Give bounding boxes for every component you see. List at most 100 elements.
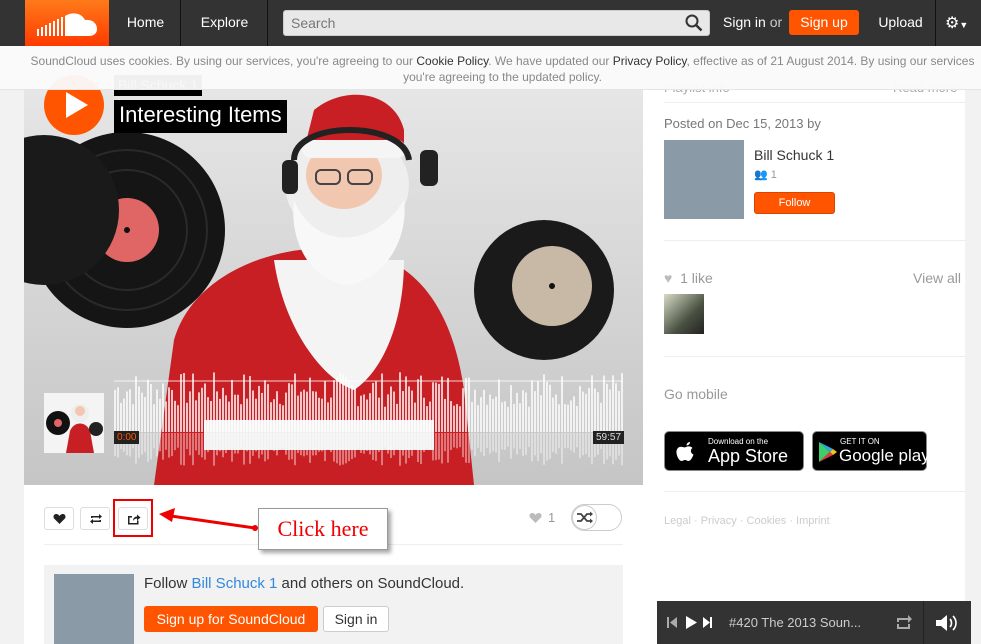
cookie-policy-link[interactable]: Cookie Policy bbox=[416, 54, 488, 68]
settings-menu[interactable]: ⚙▼ bbox=[945, 13, 968, 33]
waveform-bar bbox=[123, 398, 125, 432]
search-input[interactable] bbox=[284, 11, 674, 35]
repost-button[interactable] bbox=[80, 507, 110, 530]
go-mobile-heading: Go mobile bbox=[664, 386, 728, 402]
waveform-bar bbox=[300, 391, 302, 432]
app-store-badge[interactable]: Download on the App Store bbox=[664, 431, 804, 471]
signup-for-soundcloud-button[interactable]: Sign up for SoundCloud bbox=[144, 606, 318, 632]
waveform-bar bbox=[312, 391, 314, 432]
waveform-reflection-bar bbox=[147, 433, 149, 462]
waveform-bar bbox=[459, 406, 461, 432]
waveform-bar bbox=[141, 392, 143, 432]
waveform-bar bbox=[549, 384, 551, 432]
waveform-reflection-bar bbox=[198, 433, 200, 455]
waveform-reflection-bar bbox=[531, 433, 533, 462]
waveform-reflection-bar bbox=[150, 433, 152, 460]
play-icon[interactable] bbox=[686, 616, 697, 629]
waveform-bar bbox=[270, 402, 272, 432]
waveform-bar bbox=[489, 394, 491, 432]
waveform-bar bbox=[435, 382, 437, 432]
shuffle-toggle-knob bbox=[572, 505, 597, 530]
upload-link[interactable]: Upload bbox=[866, 0, 936, 46]
volume-icon[interactable] bbox=[935, 614, 961, 632]
follow-avatar[interactable] bbox=[54, 574, 134, 644]
like-count-text[interactable]: 1 like bbox=[680, 270, 713, 286]
apple-icon bbox=[675, 438, 697, 470]
waveform-bar bbox=[165, 401, 167, 432]
waveform-reflection-bar bbox=[354, 433, 356, 458]
waveform-reflection-bar bbox=[456, 433, 458, 449]
nav-home[interactable]: Home bbox=[111, 0, 181, 46]
waveform-reflection-bar bbox=[252, 433, 254, 456]
previous-icon[interactable] bbox=[667, 617, 677, 628]
waveform-reflection-bar bbox=[510, 433, 512, 459]
sign-up-button[interactable]: Sign up bbox=[789, 10, 859, 35]
waveform-reflection-bar bbox=[294, 433, 296, 466]
waveform-reflection-bar bbox=[504, 433, 506, 450]
waveform-reflection-bar bbox=[525, 433, 527, 455]
google-play-badge[interactable]: GET IT ON Google play bbox=[812, 431, 930, 471]
footer-links[interactable]: Legal · Privacy · Cookies · Imprint bbox=[664, 515, 830, 527]
waveform-reflection-bar bbox=[255, 433, 257, 452]
waveform-reflection-bar bbox=[192, 433, 194, 466]
follow-button[interactable]: Follow bbox=[754, 192, 835, 214]
waveform-reflection-bar bbox=[414, 433, 416, 450]
waveform-reflection-bar bbox=[384, 433, 386, 447]
waveform-reflection-bar bbox=[351, 433, 353, 460]
waveform-bar bbox=[405, 376, 407, 432]
track-artwork-thumbnail[interactable] bbox=[44, 393, 104, 453]
waveform-reflection-bar bbox=[588, 433, 590, 458]
sign-in-link[interactable]: Sign in bbox=[723, 14, 766, 30]
waveform-reflection-bar bbox=[429, 433, 431, 450]
player-track-title[interactable]: #420 The 2013 Soun... bbox=[729, 615, 861, 630]
waveform-reflection-bar bbox=[558, 433, 560, 449]
follow-sign-in-button[interactable]: Sign in bbox=[323, 606, 389, 632]
follow-user-link[interactable]: Bill Schuck 1 bbox=[192, 575, 278, 592]
waveform-reflection-bar bbox=[378, 433, 380, 452]
waveform-bar bbox=[216, 391, 218, 432]
like-button[interactable] bbox=[44, 507, 74, 530]
user-name[interactable]: Bill Schuck 1 bbox=[754, 147, 834, 163]
waveform-reflection-bar bbox=[471, 433, 473, 450]
waveform-reflection-bar bbox=[210, 433, 212, 451]
waveform-bar bbox=[315, 391, 317, 432]
waveform-reflection-bar bbox=[180, 433, 182, 465]
shuffle-toggle[interactable] bbox=[571, 504, 622, 531]
liker-avatar[interactable] bbox=[664, 294, 704, 334]
search-icon[interactable] bbox=[685, 14, 703, 32]
waveform-reflection-bar bbox=[348, 433, 350, 462]
waveform-reflection-bar bbox=[327, 433, 329, 450]
waveform-reflection-bar bbox=[438, 433, 440, 460]
repeat-icon[interactable] bbox=[894, 614, 914, 632]
waveform-bar bbox=[594, 388, 596, 432]
waveform-reflection-bar bbox=[213, 433, 215, 466]
waveform-reflection-bar bbox=[273, 433, 275, 452]
waveform-reflection-bar bbox=[228, 433, 230, 450]
waveform-reflection-bar bbox=[522, 433, 524, 456]
waveform-bars[interactable] bbox=[24, 90, 643, 485]
waveform-reflection-bar bbox=[393, 433, 395, 456]
next-icon[interactable] bbox=[703, 617, 712, 628]
view-all-likes-link[interactable]: View all bbox=[913, 270, 961, 286]
waveform-reflection-bar bbox=[516, 433, 518, 455]
waveform-bar bbox=[552, 397, 554, 432]
waveform-bar bbox=[129, 389, 131, 432]
waveform-reflection-bar bbox=[450, 433, 452, 450]
privacy-policy-link[interactable]: Privacy Policy bbox=[613, 54, 687, 68]
waveform-bar bbox=[393, 391, 395, 432]
nav-explore[interactable]: Explore bbox=[182, 0, 268, 46]
waveform-reflection-bar bbox=[552, 433, 554, 452]
soundcloud-logo[interactable] bbox=[25, 0, 109, 46]
waveform-bar bbox=[351, 384, 353, 432]
waveform-reflection-bar bbox=[312, 433, 314, 456]
waveform-bar bbox=[573, 396, 575, 432]
waveform-reflection-bar bbox=[423, 433, 425, 452]
user-avatar[interactable] bbox=[664, 140, 744, 219]
waveform-bar bbox=[426, 406, 428, 432]
waveform-bar bbox=[558, 404, 560, 432]
waveform-reflection-bar bbox=[339, 433, 341, 466]
waveform-reflection-bar bbox=[276, 433, 278, 456]
waveform-bar bbox=[138, 386, 140, 432]
sign-in-text: Sign in or bbox=[723, 14, 782, 30]
waveform-reflection-bar bbox=[315, 433, 317, 456]
